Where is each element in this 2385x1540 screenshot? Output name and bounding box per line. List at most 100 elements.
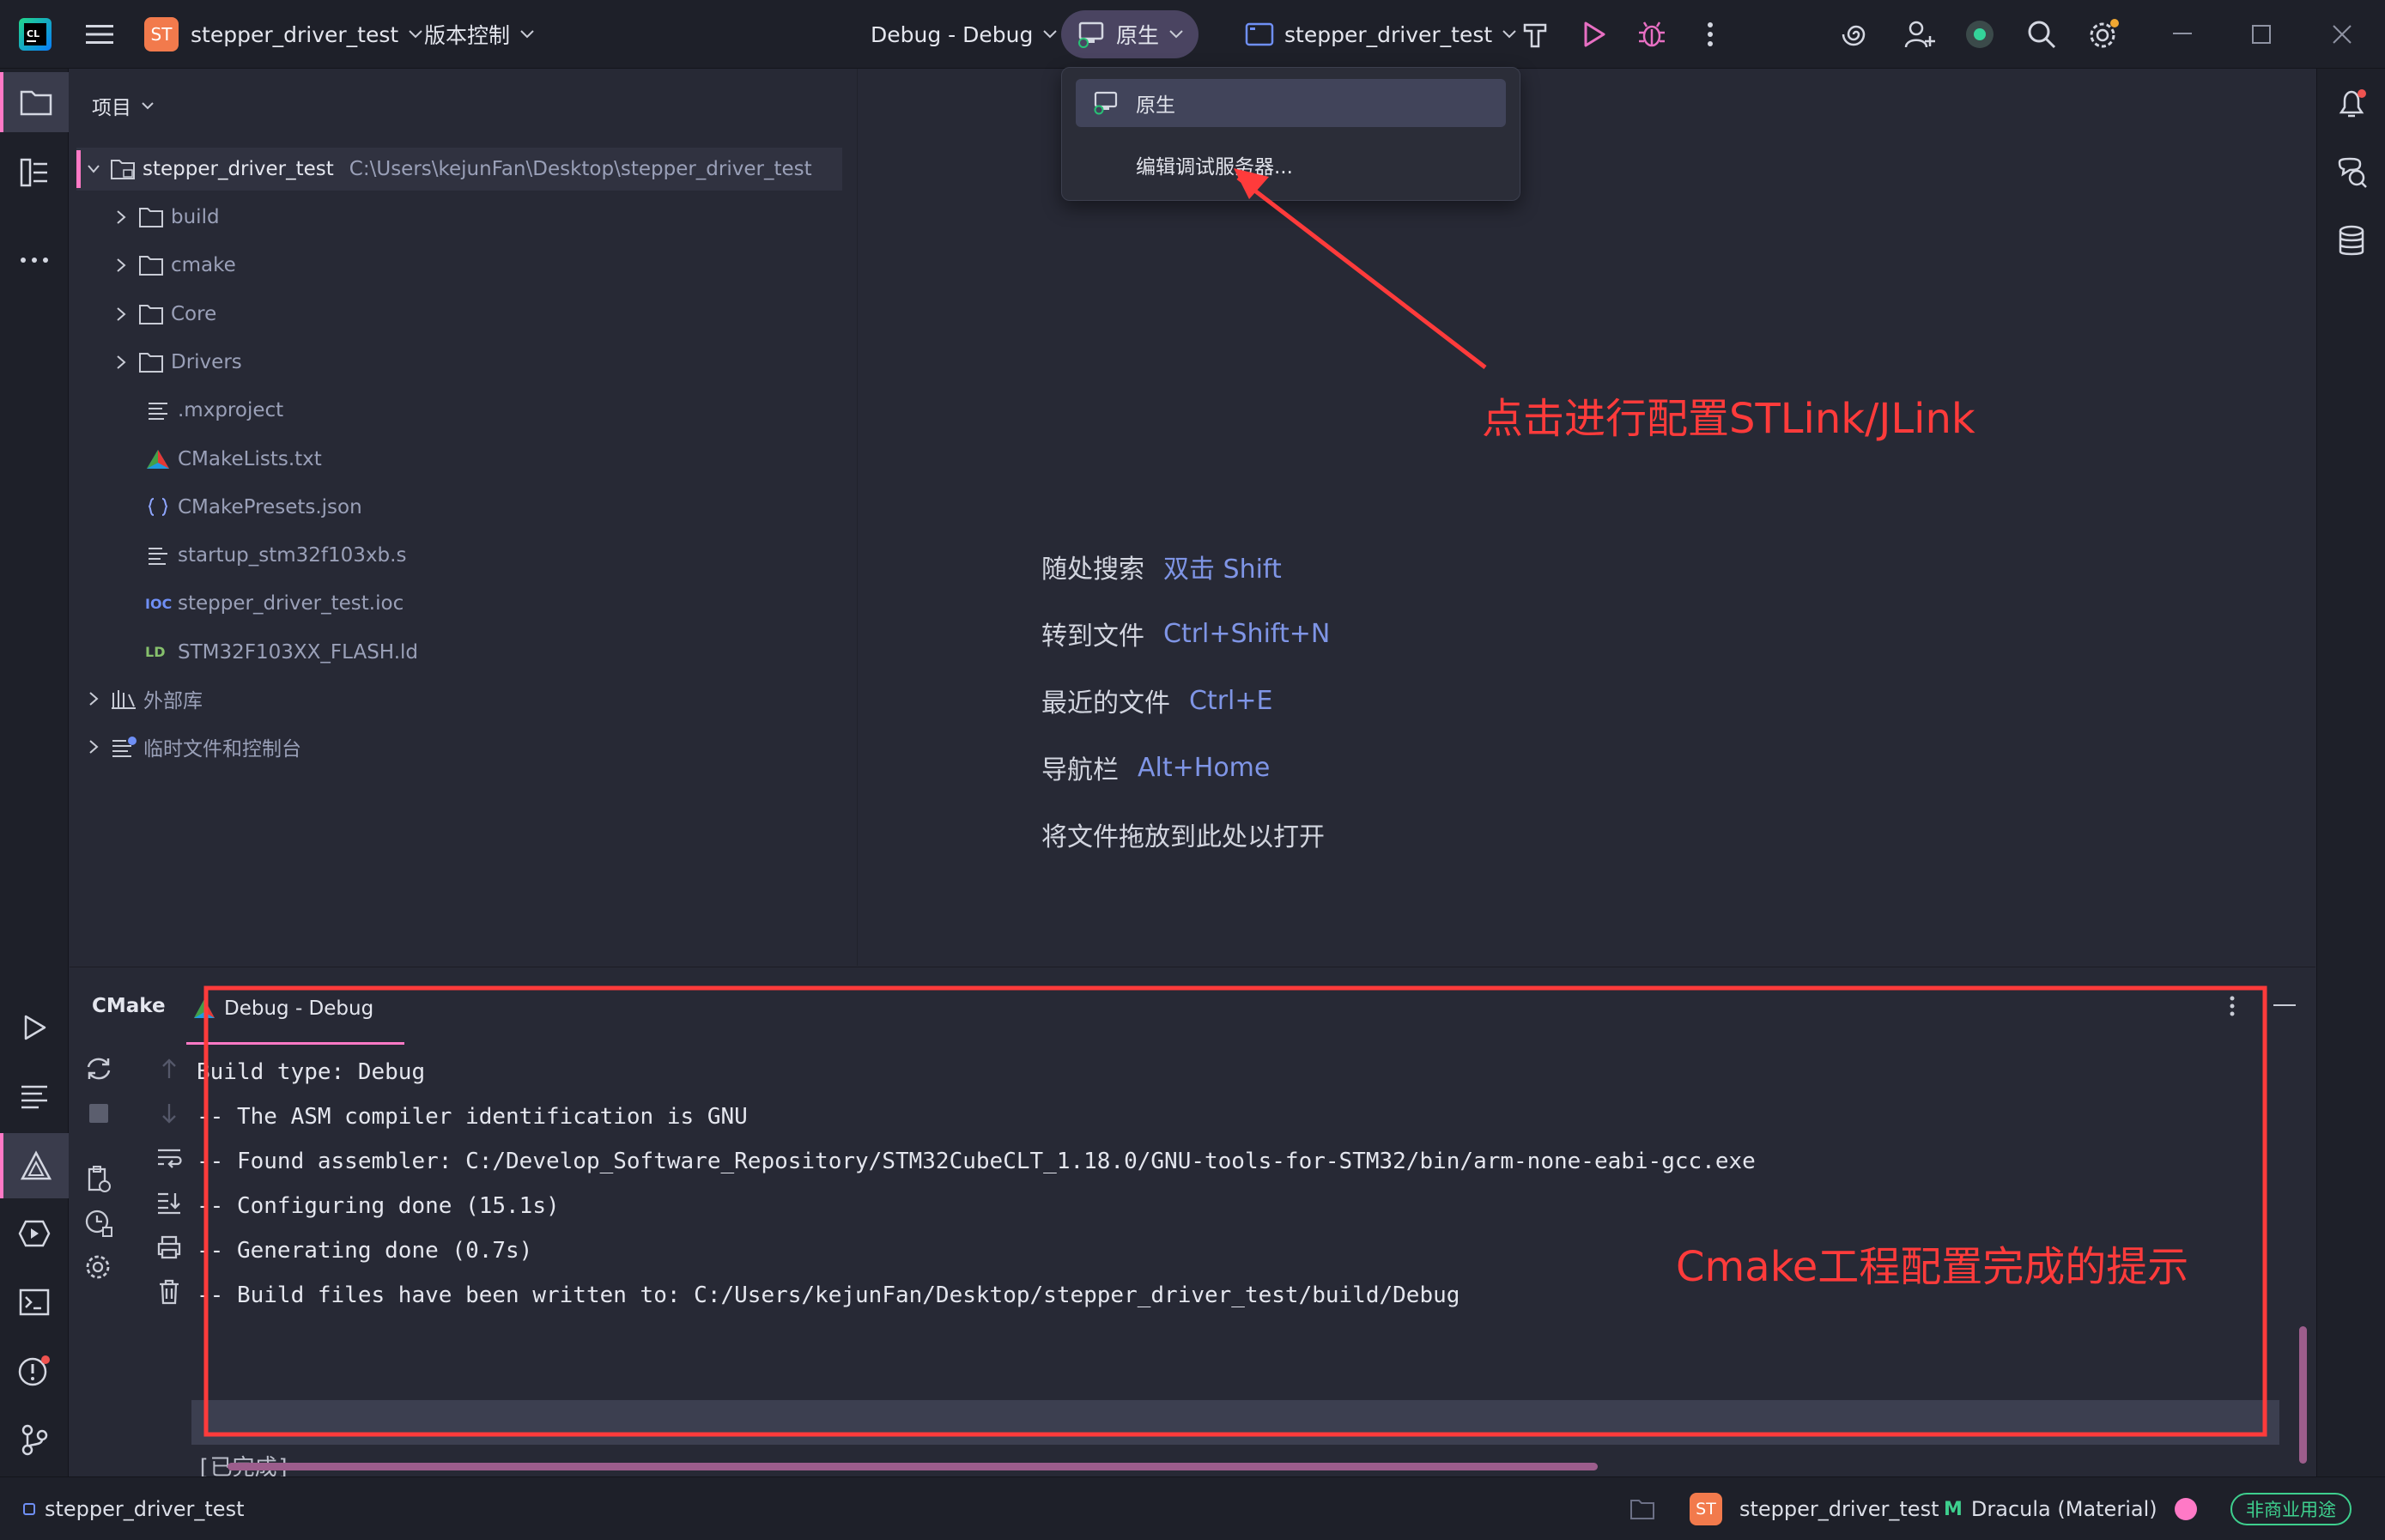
chevron-right-icon xyxy=(117,306,126,321)
ide-status-button[interactable] xyxy=(1957,12,2002,57)
tree-item[interactable]: Core xyxy=(116,293,216,336)
editor-hint: 最近的文件 Ctrl+E xyxy=(1041,679,1272,722)
accent-color-icon xyxy=(2175,1498,2197,1520)
tree-item[interactable]: Drivers xyxy=(116,341,242,384)
editor-hint-shortcut[interactable]: Alt+Home xyxy=(1138,753,1270,783)
scroll-down-button[interactable] xyxy=(155,1098,183,1129)
editor-area[interactable]: 随处搜索 双击 Shift 转到文件 Ctrl+Shift+N 最近的文件 Ctrl+E 导… xyxy=(859,69,2315,966)
vcs-menu-label: 版本控制 xyxy=(424,23,511,48)
tree-item[interactable]: CMakeLists.txt xyxy=(145,438,322,481)
tree-item[interactable]: IOC stepper_driver_test.ioc xyxy=(145,582,404,625)
git-tool-button[interactable] xyxy=(0,1410,69,1470)
license-badge[interactable]: 非商业用途 xyxy=(2230,1477,2352,1540)
debug-server-icon xyxy=(1094,91,1118,115)
project-view-selector[interactable]: 项目 xyxy=(92,86,154,125)
ai-assistant-button[interactable] xyxy=(1834,12,1878,57)
tree-item[interactable]: startup_stm32f103xb.s xyxy=(145,534,406,577)
tool-window-options-button[interactable] xyxy=(2219,993,2245,1019)
cmake-profile-settings-button[interactable] xyxy=(83,1252,114,1283)
tree-item[interactable]: LD STM32F103XX_FLASH.ld xyxy=(145,631,418,674)
problems-tool-button[interactable] xyxy=(0,1341,69,1401)
hide-tool-window-button[interactable] xyxy=(2267,993,2302,1019)
status-theme[interactable]: M Dracula (Material) xyxy=(1944,1477,2157,1540)
console-line: -- The ASM compiler identification is GN… xyxy=(197,1104,748,1130)
debugger-option-native[interactable]: 原生 xyxy=(1076,79,1506,127)
status-project[interactable]: stepper_driver_test xyxy=(22,1477,244,1540)
edit-debug-servers-option[interactable]: 编辑调试服务器... xyxy=(1076,141,1506,189)
editor-hint-shortcut[interactable]: Ctrl+Shift+N xyxy=(1163,619,1330,649)
tree-item-label: .mxproject xyxy=(178,399,284,422)
tree-external-libraries[interactable]: 外部库 xyxy=(88,677,203,720)
close-button[interactable] xyxy=(2320,12,2364,57)
tree-root[interactable]: stepper_driver_test C:\Users\kejunFan\De… xyxy=(76,148,842,191)
database-button[interactable] xyxy=(2317,211,2385,271)
spiral-icon xyxy=(1842,25,1866,46)
tree-item[interactable]: cmake xyxy=(116,244,236,287)
tree-item[interactable]: .mxproject xyxy=(145,389,283,432)
build-button[interactable] xyxy=(1513,12,1557,57)
settings-button[interactable] xyxy=(2081,12,2126,57)
notifications-button[interactable] xyxy=(2317,74,2385,134)
cmake-cache-button[interactable] xyxy=(83,1208,114,1239)
run-button[interactable] xyxy=(1571,12,1616,57)
git-branch-icon xyxy=(21,1424,48,1456)
annotation-debug-server-note: 点击进行配置STLink/JLink xyxy=(1482,395,1975,443)
clear-console-button[interactable] xyxy=(155,1276,183,1307)
cmake-settings-button[interactable] xyxy=(83,1163,114,1194)
structure-tool-button[interactable] xyxy=(0,142,69,203)
tree-scratches[interactable]: 临时文件和控制台 xyxy=(88,725,301,768)
debug-button[interactable] xyxy=(1629,12,1674,57)
code-with-me-button[interactable] xyxy=(1897,12,1942,57)
more-actions-button[interactable] xyxy=(1688,12,1733,57)
vertical-scrollbar[interactable] xyxy=(2299,1326,2307,1464)
tab-debug[interactable]: Debug - Debug xyxy=(186,974,404,1045)
tree-item[interactable]: CMakePresets.json xyxy=(145,486,362,529)
text-file-icon xyxy=(149,403,167,421)
project-widget[interactable]: ST stepper_driver_test xyxy=(144,0,422,69)
stop-button[interactable] xyxy=(83,1098,114,1129)
project-tool-button[interactable] xyxy=(0,72,69,132)
editor-hint-shortcut[interactable]: 双击 Shift xyxy=(1163,548,1282,585)
arrow-down-icon xyxy=(162,1104,176,1124)
annotation-cmake-note: Cmake工程配置完成的提示 xyxy=(1676,1243,2189,1291)
title-bar: CL ST stepper_driver_test 版本控制 Debug - D… xyxy=(0,0,2385,69)
search-button[interactable] xyxy=(2019,12,2064,57)
more-horizontal-icon xyxy=(21,258,48,263)
status-project-widget[interactable]: ST stepper_driver_test xyxy=(1690,1477,1939,1540)
main-menu-button[interactable] xyxy=(77,12,122,57)
soft-wrap-button[interactable] xyxy=(155,1143,183,1173)
tree-item[interactable]: build xyxy=(116,196,220,239)
cmake-tool-button[interactable] xyxy=(0,1133,69,1198)
run-config-selector[interactable]: stepper_driver_test xyxy=(1245,0,1516,69)
maximize-button[interactable] xyxy=(2239,12,2284,57)
scroll-up-button[interactable] xyxy=(155,1053,183,1084)
run-tool-button[interactable] xyxy=(0,997,69,1058)
editor-hint-shortcut[interactable]: Ctrl+E xyxy=(1189,686,1272,716)
tree-item-label: Core xyxy=(171,302,217,325)
more-tools-button[interactable] xyxy=(0,230,69,290)
search-icon xyxy=(2028,21,2056,49)
status-folder-button[interactable] xyxy=(1629,1477,1655,1540)
services-tool-button[interactable] xyxy=(0,1204,69,1264)
messages-tool-button[interactable] xyxy=(0,1066,69,1126)
status-color-dot[interactable] xyxy=(2174,1477,2198,1540)
license-label: 非商业用途 xyxy=(2230,1493,2352,1525)
debugger-dropdown: 原生 编辑调试服务器... xyxy=(1061,67,1520,201)
chevron-right-icon xyxy=(89,740,99,754)
vcs-menu[interactable]: 版本控制 xyxy=(424,0,534,69)
console-current-line xyxy=(191,1400,2279,1445)
ai-chat-button[interactable] xyxy=(2317,142,2385,203)
scroll-to-end-button[interactable] xyxy=(155,1187,183,1218)
horizontal-scrollbar[interactable] xyxy=(228,1463,1598,1470)
minimize-button[interactable] xyxy=(2160,12,2205,57)
cmake-actions-toolbar xyxy=(83,1053,114,1279)
terminal-tool-button[interactable] xyxy=(0,1272,69,1332)
editor-hint: 将文件拖放到此处以打开 xyxy=(1041,813,1325,856)
print-button[interactable] xyxy=(155,1232,183,1263)
cmake-tab-strip: CMake Debug - Debug xyxy=(70,967,2315,1045)
build-config-selector[interactable]: Debug - Debug xyxy=(871,0,1058,69)
reload-cmake-button[interactable] xyxy=(83,1053,114,1084)
debugger-selector[interactable]: 原生 xyxy=(1061,10,1199,58)
ioc-file-icon: IOC xyxy=(145,595,173,612)
debugger-option-native-label: 原生 xyxy=(1136,94,1175,117)
